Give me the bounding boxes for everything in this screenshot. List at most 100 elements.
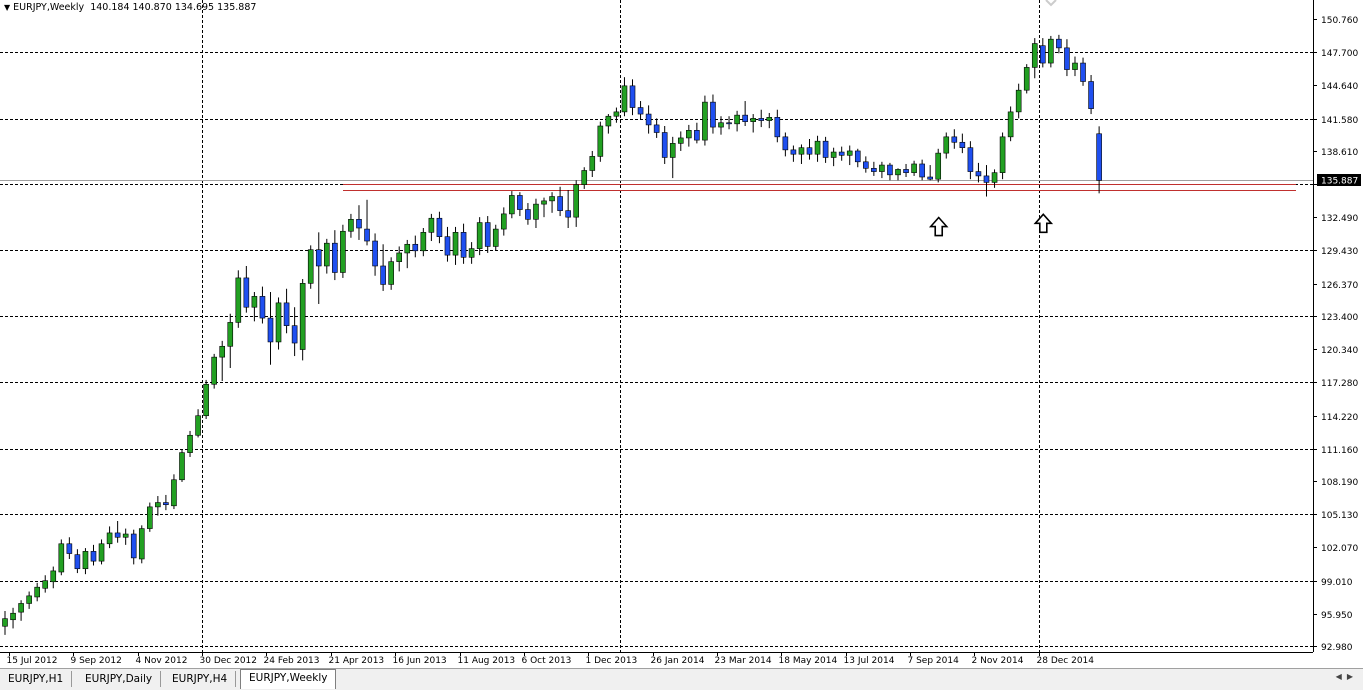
candle-body — [468, 248, 475, 258]
candle-body — [750, 118, 756, 122]
candle-body — [163, 502, 169, 506]
candle-body — [428, 217, 435, 233]
triangle-right-icon[interactable]: ▶ — [1347, 672, 1353, 681]
candle-body — [1096, 133, 1102, 181]
chart-background — [0, 0, 1363, 668]
price-tick-label: 99.010 — [1321, 578, 1353, 588]
candle-body — [871, 168, 877, 172]
candle-body — [830, 151, 837, 158]
candle-body — [203, 383, 209, 417]
candle-body — [541, 200, 547, 205]
candle-body — [1015, 89, 1022, 113]
tab-scroll-controls: ◀ ▶ — [1336, 672, 1353, 681]
time-tick-label: 11 Aug 2013 — [458, 656, 516, 666]
candle-body — [581, 170, 588, 185]
candle-body — [1023, 67, 1030, 91]
candle-body — [147, 506, 153, 529]
candle-body — [967, 147, 974, 172]
price-tick-label: 141.580 — [1321, 116, 1358, 126]
candle-body — [283, 302, 290, 326]
price-tick-label: 102.070 — [1321, 544, 1358, 554]
tab-eurjpy-daily[interactable]: EURJPY,Daily — [77, 671, 162, 687]
chart-header: ▼ EURJPY,Weekly 140.184 140.870 134.695 1… — [4, 2, 256, 13]
candle-body — [500, 213, 507, 230]
candle-body — [790, 149, 797, 155]
candle-body — [372, 240, 378, 267]
candle-body — [1007, 111, 1014, 138]
candle-body — [951, 136, 958, 143]
price-tick-label: 120.340 — [1321, 346, 1358, 356]
triangle-left-icon[interactable]: ◀ — [1336, 672, 1342, 681]
candle-body — [879, 164, 885, 172]
time-tick-label: 6 Oct 2013 — [522, 656, 572, 666]
time-tick-label: 13 Jul 2014 — [844, 656, 895, 666]
candle-body — [1048, 38, 1054, 64]
candle-body — [10, 612, 16, 621]
candle-body — [589, 156, 596, 171]
candle-body — [66, 543, 73, 554]
candle-body — [887, 164, 893, 176]
candle-body — [275, 302, 282, 343]
candle-body — [58, 543, 65, 573]
candle-body — [766, 117, 773, 121]
candle-body — [613, 111, 620, 117]
candle-body — [927, 176, 933, 180]
candle-body — [983, 175, 990, 183]
price-tick-label: 144.640 — [1321, 82, 1358, 92]
price-chart[interactable]: 150.760 147.700 144.640 141.580 138.610 132.4… — [0, 0, 1363, 668]
candle-body — [332, 242, 338, 273]
candle-body — [195, 415, 201, 436]
candle-body — [388, 261, 394, 285]
candle-body — [806, 147, 813, 155]
collapse-triangle-icon[interactable]: ▼ — [4, 3, 10, 12]
time-tick-label: 7 Sep 2014 — [908, 656, 960, 666]
time-tick-label: 16 Jun 2013 — [393, 656, 447, 666]
candle-body — [307, 249, 314, 284]
chart-tab-bar: EURJPY,H1 EURJPY,Daily EURJPY,H4 EURJPY,… — [0, 668, 1363, 690]
price-tick-label: 138.610 — [1321, 148, 1358, 158]
candle-body — [509, 195, 515, 215]
price-tick-label: 123.400 — [1321, 313, 1358, 323]
time-tick-label: 23 Mar 2014 — [715, 656, 772, 666]
candle-body — [975, 171, 982, 177]
candle-body — [42, 580, 49, 589]
time-tick-label: 24 Feb 2013 — [264, 656, 320, 666]
candle-body — [219, 345, 226, 358]
candle-body — [364, 228, 370, 242]
candle-body — [291, 325, 298, 344]
tab-eurjpy-h4[interactable]: EURJPY,H4 — [164, 671, 237, 687]
candle-body — [557, 196, 563, 211]
candle-body — [605, 115, 612, 127]
candle-body — [935, 152, 942, 180]
candle-body — [460, 232, 467, 258]
time-tick-label: 2 Nov 2014 — [972, 656, 1024, 666]
candle-body — [573, 184, 579, 218]
candle-body — [452, 232, 459, 256]
candle-body — [396, 252, 403, 262]
candle-body — [90, 551, 97, 562]
candle-body — [243, 277, 250, 308]
price-tick-label: 132.490 — [1321, 214, 1358, 224]
candle-body — [436, 217, 443, 237]
time-tick-label: 30 Dec 2012 — [200, 656, 258, 666]
candle-body — [404, 243, 411, 254]
candle-body — [629, 85, 636, 108]
candle-body — [267, 317, 274, 343]
price-tick-label: 147.700 — [1321, 49, 1358, 59]
candle-body — [549, 196, 555, 202]
time-tick-label: 28 Dec 2014 — [1037, 656, 1095, 666]
candle-body — [98, 543, 105, 562]
candle-body — [138, 528, 145, 560]
candle-body — [476, 222, 483, 249]
tab-eurjpy-h1[interactable]: EURJPY,H1 — [0, 671, 73, 687]
candle-body — [991, 172, 998, 183]
candle-body — [50, 570, 57, 583]
candle-body — [380, 265, 386, 285]
ohlc-values: 140.184 140.870 134.695 135.887 — [90, 2, 257, 13]
tab-eurjpy-weekly[interactable]: EURJPY,Weekly — [240, 669, 337, 689]
chart-symbol: EURJPY,Weekly — [13, 2, 85, 13]
candle-body — [911, 163, 917, 173]
candle-body — [565, 210, 571, 218]
candle-body — [34, 586, 40, 598]
candle-body — [171, 479, 177, 507]
